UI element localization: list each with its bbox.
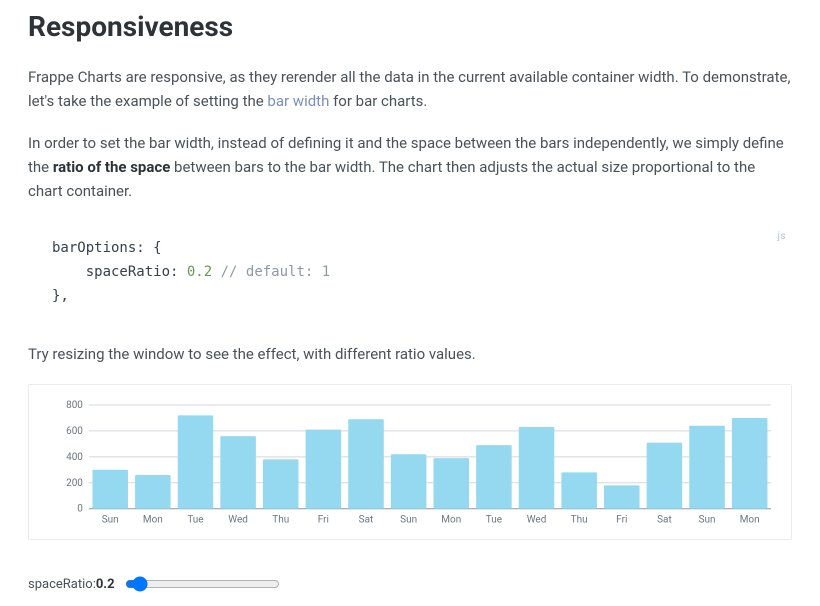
slider-value: 0.2 (96, 577, 115, 592)
chart-ytick-label: 0 (77, 504, 83, 515)
chart-svg: 0 200 400 600 800 Sun Mon Tue Wed Thu Fri Sat Sun Mon… (41, 399, 779, 529)
chart-ytick-label: 400 (66, 452, 83, 463)
chart-xtick-label: Fri (616, 515, 627, 526)
chart-xtick-label: Sat (359, 515, 374, 526)
chart-bar (476, 446, 512, 510)
chart-bar (647, 443, 683, 509)
chart-bar (263, 460, 299, 509)
code-token: 0.2 (187, 264, 212, 280)
chart-bar (306, 430, 342, 509)
space-ratio-slider[interactable] (125, 576, 280, 592)
chart-bar (178, 416, 214, 509)
chart-bar (433, 459, 469, 510)
chart-xtick-label: Fri (318, 515, 329, 526)
text-span: for bar charts. (329, 92, 427, 110)
code-content: barOptions: { spaceRatio: 0.2 // default… (28, 237, 792, 308)
chart-xtick-label: Sun (699, 515, 716, 526)
slider-label: spaceRatio: (28, 577, 96, 592)
code-token: spaceRatio: (86, 264, 187, 280)
code-token: }, (52, 288, 69, 304)
chart-xtick-label: Wed (527, 515, 547, 526)
bar-chart: 0 200 400 600 800 Sun Mon Tue Wed Thu Fri Sat Sun Mon… (28, 384, 792, 540)
chart-bar (92, 470, 128, 509)
chart-bar (519, 427, 555, 509)
chart-xtick-label: Mon (143, 515, 163, 526)
chart-xtick-label: Tue (486, 515, 502, 526)
intro-paragraph-2: In order to set the bar width, instead o… (28, 131, 792, 203)
chart-bar (135, 475, 171, 509)
page-title: Responsiveness (28, 10, 792, 43)
strong-text: ratio of the space (53, 158, 170, 176)
chart-ytick-label: 800 (66, 400, 83, 411)
code-token: barOptions: { (52, 240, 162, 256)
resize-hint-paragraph: Try resizing the window to see the effec… (28, 342, 792, 366)
chart-xtick-label: Thu (272, 515, 289, 526)
chart-xtick-label: Mon (441, 515, 461, 526)
chart-bar (689, 426, 725, 509)
chart-bar (348, 420, 384, 509)
code-token: // default: 1 (212, 264, 330, 280)
chart-xtick-label: Wed (228, 515, 248, 526)
chart-bar (220, 436, 256, 509)
code-language-badge: js (777, 231, 786, 242)
chart-bar (604, 486, 640, 509)
chart-xtick-label: Mon (740, 515, 760, 526)
code-block: js barOptions: { spaceRatio: 0.2 // defa… (28, 237, 792, 308)
intro-paragraph-1: Frappe Charts are responsive, as they re… (28, 65, 792, 113)
space-ratio-control: spaceRatio: 0.2 (28, 576, 792, 592)
bar-width-link[interactable]: bar width (267, 92, 329, 110)
chart-xtick-label: Tue (187, 515, 203, 526)
chart-ytick-label: 600 (66, 426, 83, 437)
chart-bar (732, 418, 768, 509)
chart-xtick-label: Sat (657, 515, 672, 526)
chart-xtick-label: Sun (102, 515, 119, 526)
chart-xtick-label: Sun (400, 515, 417, 526)
chart-ytick-label: 200 (66, 478, 83, 489)
chart-xtick-label: Thu (571, 515, 588, 526)
chart-bar (391, 455, 427, 509)
chart-bar (561, 473, 597, 509)
